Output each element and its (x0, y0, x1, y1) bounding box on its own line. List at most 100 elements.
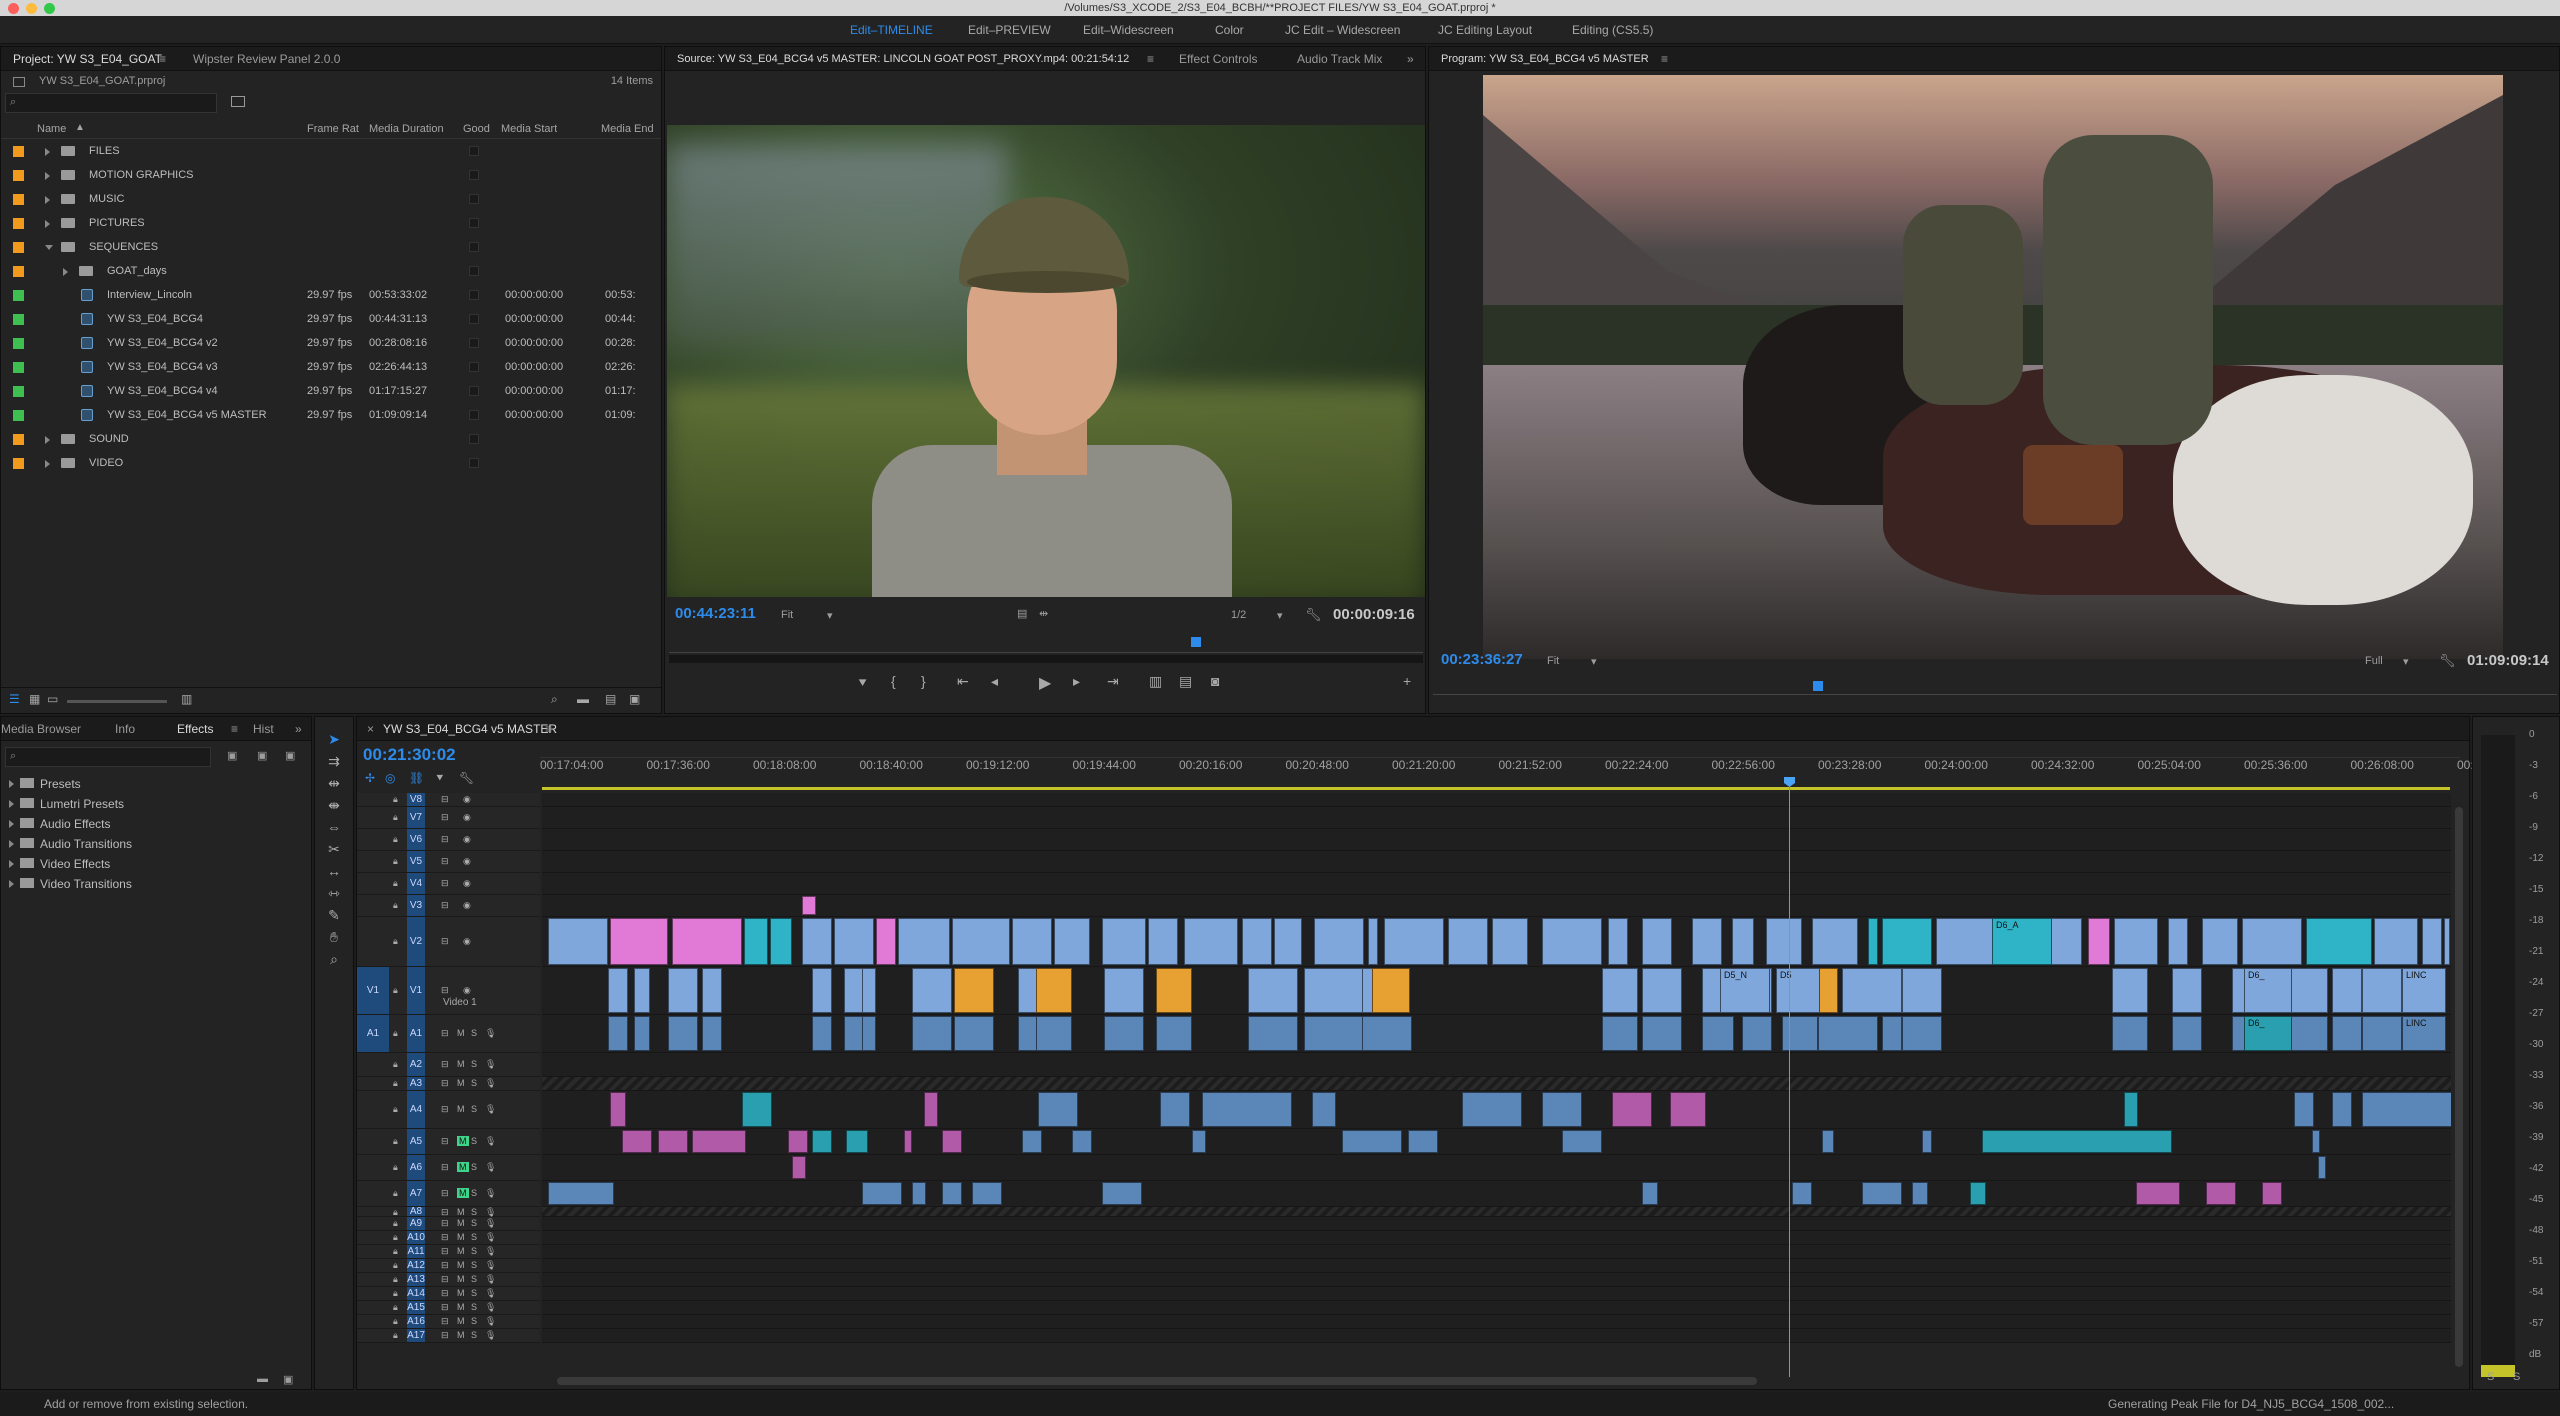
zoom-window-button[interactable] (44, 3, 55, 14)
panel-menu-icon[interactable]: ≡ (159, 47, 166, 71)
track-header-a16[interactable]: 🔒︎ A16 ⊟ M S 🎙︎ (357, 1315, 540, 1329)
timeline-clip[interactable] (812, 1130, 832, 1153)
timeline-clip[interactable] (1670, 1092, 1706, 1127)
timeline-clip[interactable] (1018, 968, 1038, 1013)
timeline-clip[interactable] (898, 918, 950, 965)
list-item[interactable]: Interview_Lincoln 29.97 fps 00:53:33:02 00:… (1, 283, 641, 307)
eye-icon[interactable]: ◉ (463, 812, 471, 823)
timeline-clip[interactable] (1868, 918, 1878, 965)
voice-over-record-icon[interactable]: 🎙︎ (485, 1078, 496, 1089)
panel-menu-icon[interactable]: ≡ (1661, 47, 1668, 71)
toggle-sync-lock-icon[interactable]: ⊟ (441, 834, 449, 845)
timeline-clip[interactable] (924, 1092, 938, 1127)
drag-audio-icon[interactable]: ⇹ (1039, 607, 1048, 620)
timeline-clip[interactable] (942, 1130, 962, 1153)
lock-icon[interactable]: 🔒︎ (393, 1162, 398, 1173)
overwrite-icon[interactable]: ▤ (1179, 673, 1192, 690)
timeline-clip[interactable] (2262, 1182, 2282, 1205)
timeline-clip[interactable] (812, 968, 832, 1013)
track-name-a1[interactable]: A1 (407, 1015, 425, 1052)
snap-icon[interactable]: ◎ (385, 771, 395, 785)
list-item[interactable]: MOTION GRAPHICS (1, 163, 641, 187)
list-view-icon[interactable]: ☰ (9, 692, 20, 706)
new-bin-from-search-icon[interactable] (231, 96, 245, 107)
track-header-a8[interactable]: 🔒︎ A8 ⊟ M S 🎙︎ (357, 1206, 540, 1217)
good-checkbox[interactable] (469, 194, 479, 204)
label-color-swatch[interactable] (13, 434, 24, 445)
source-playhead-timecode[interactable]: 00:44:23:11 (675, 605, 756, 622)
column-media-start[interactable]: Media Start (501, 123, 557, 135)
voice-over-record-icon[interactable]: 🎙︎ (485, 1260, 496, 1271)
timeline-clip[interactable] (2112, 968, 2148, 1013)
timeline-clip[interactable]: D6_ (2244, 968, 2292, 1013)
timeline-clip[interactable] (2242, 918, 2302, 965)
sync-lock-icon[interactable]: ⊟ (441, 1330, 449, 1341)
mute-button[interactable]: M (457, 1288, 465, 1298)
timeline-clip[interactable] (2362, 1092, 2451, 1127)
go-to-out-icon[interactable]: ⇥ (1107, 673, 1119, 690)
timeline-clip[interactable] (1274, 918, 1302, 965)
track-header-a3[interactable]: 🔒︎ A3 ⊟ M S 🎙︎ (357, 1077, 540, 1091)
disclosure-triangle-icon[interactable] (45, 460, 50, 468)
timeline-clip[interactable] (668, 1016, 698, 1051)
lock-icon[interactable]: 🔒︎ (393, 794, 398, 805)
source-scrollbar[interactable] (669, 655, 1423, 663)
insert-icon[interactable]: ▥ (1149, 673, 1162, 690)
freeform-view-icon[interactable]: ▭ (47, 692, 58, 706)
column-good[interactable]: Good (463, 123, 490, 135)
timeline-clip[interactable] (1732, 918, 1754, 965)
timeline-clip[interactable] (692, 1130, 746, 1153)
column-media-duration[interactable]: Media Duration (369, 123, 444, 135)
mute-button[interactable]: M (457, 1302, 465, 1312)
solo-button[interactable]: S (471, 1260, 477, 1270)
mute-button[interactable]: M (457, 1188, 469, 1198)
timeline-clip[interactable]: D6_ (2244, 1016, 2292, 1051)
track-name-a16[interactable]: A16 (407, 1315, 425, 1328)
sync-lock-icon[interactable]: ⊟ (441, 1246, 449, 1257)
track-name-v8[interactable]: V8 (407, 793, 425, 806)
column-name[interactable]: Name (37, 123, 66, 135)
label-color-swatch[interactable] (13, 146, 24, 157)
lock-icon[interactable]: 🔒︎ (393, 900, 398, 911)
timeline-clip[interactable] (1242, 918, 1272, 965)
workspace-editing-cs55[interactable]: Editing (CS5.5) (1572, 16, 1653, 44)
track-name-v4[interactable]: V4 (407, 873, 425, 894)
mute-button[interactable]: M (457, 1059, 465, 1069)
timeline-clip[interactable] (1842, 968, 1902, 1013)
disclosure-triangle-icon[interactable] (45, 196, 50, 204)
label-color-swatch[interactable] (13, 242, 24, 253)
program-video-frame[interactable] (1483, 75, 2503, 659)
timeline-clip[interactable] (1982, 1130, 2172, 1153)
track-name-v2[interactable]: V2 (407, 917, 425, 966)
timeline-clip[interactable] (770, 918, 792, 965)
solo-button[interactable]: S (471, 1232, 477, 1242)
list-item[interactable]: YW S3_E04_BCG4 29.97 fps 00:44:31:13 00:00:… (1, 307, 641, 331)
eye-icon[interactable]: ◉ (463, 794, 471, 805)
track-name-a17[interactable]: A17 (407, 1329, 425, 1342)
timeline-clip[interactable] (1362, 1016, 1412, 1051)
timeline-clip[interactable] (802, 896, 816, 915)
mute-button[interactable]: M (457, 1028, 465, 1038)
track-header-a6[interactable]: 🔒︎ A6 ⊟ M S 🎙︎ (357, 1155, 540, 1181)
track-header-a17[interactable]: 🔒︎ A17 ⊟ M S 🎙︎ (357, 1329, 540, 1343)
timeline-clip[interactable] (1104, 968, 1144, 1013)
track-name-a7[interactable]: A7 (407, 1181, 425, 1206)
timeline-clip[interactable] (2124, 1092, 2138, 1127)
linked-selection-icon[interactable]: ⛓ (409, 771, 424, 785)
lock-icon[interactable]: 🔒︎ (393, 1028, 398, 1039)
timeline-clip[interactable]: LINC (2402, 1016, 2446, 1051)
effects-folder[interactable]: Video Transitions (9, 877, 132, 891)
timeline-clip[interactable] (846, 1130, 868, 1153)
timeline-clip[interactable] (1036, 968, 1072, 1013)
more-tabs-icon[interactable]: » (295, 717, 302, 741)
ripple-edit-tool-icon[interactable]: ⇹ (321, 775, 347, 797)
chevron-down-icon[interactable]: ▾ (2403, 655, 2409, 668)
timeline-clip[interactable] (1038, 1092, 1078, 1127)
effects-folder[interactable]: Video Effects (9, 857, 110, 871)
timeline-clip[interactable] (1862, 1182, 1902, 1205)
timeline-clip[interactable] (1792, 1182, 1812, 1205)
timeline-clip[interactable] (954, 968, 994, 1013)
solo-button[interactable]: S (471, 1246, 477, 1256)
lock-icon[interactable]: 🔒︎ (393, 1188, 398, 1199)
workspace-color[interactable]: Color (1215, 16, 1244, 44)
